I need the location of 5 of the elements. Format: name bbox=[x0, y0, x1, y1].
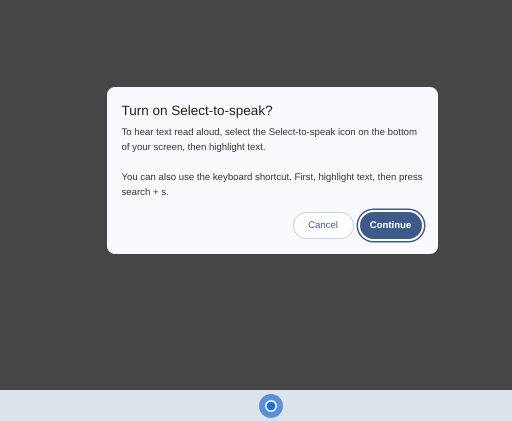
dialog-text: You can also use the keyboard shortcut. First, highlight text, then press search + s. bbox=[122, 171, 422, 200]
cancel-button[interactable]: Cancel bbox=[292, 212, 354, 239]
dialog-text: To hear text read aloud, select the Select-to-speak icon on the bottom of your screen, then highlight text. bbox=[122, 126, 418, 155]
dialog-title: Turn on Select-to-speak? bbox=[122, 103, 274, 118]
browser-icon[interactable] bbox=[259, 394, 283, 418]
